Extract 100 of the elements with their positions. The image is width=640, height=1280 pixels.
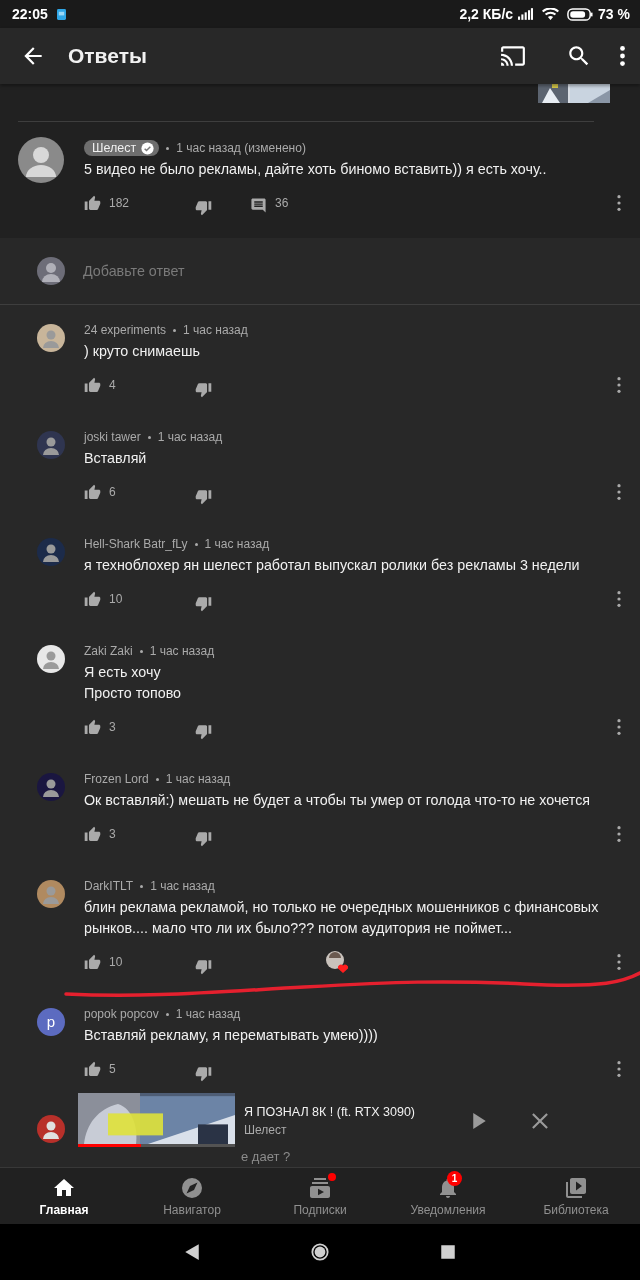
comment-text: Я есть хочу Просто топово	[84, 663, 183, 703]
avatar[interactable]	[37, 324, 65, 352]
comment-text: Вставляй	[84, 449, 148, 468]
like-icon[interactable]	[84, 825, 101, 843]
wifi-icon	[542, 7, 560, 21]
comment-time: 1 час назад	[150, 879, 215, 893]
nav-tab[interactable]: Навигатор	[128, 1168, 256, 1224]
like-icon[interactable]	[84, 718, 101, 736]
more-icon[interactable]	[616, 194, 622, 212]
like-count: 182	[109, 196, 131, 210]
cast-icon	[500, 43, 526, 69]
author-badge[interactable]: Шелест	[84, 140, 160, 156]
dislike-icon[interactable]	[195, 198, 212, 216]
dislike-icon[interactable]	[195, 487, 212, 505]
separator-dot	[165, 1012, 169, 1016]
dislike-icon[interactable]	[195, 957, 212, 975]
dislike-icon[interactable]	[195, 829, 212, 847]
dislike-icon[interactable]	[195, 380, 212, 398]
like-count: 10	[109, 592, 124, 606]
page-title: Ответы	[68, 44, 147, 68]
clock: 22:05	[12, 6, 48, 22]
like-count: 4	[109, 378, 117, 392]
close-icon[interactable]	[532, 1113, 548, 1129]
nav-tab[interactable]: 1 Уведомления	[384, 1168, 512, 1224]
more-icon[interactable]	[616, 1060, 622, 1078]
comment-icon[interactable]	[250, 196, 267, 214]
comment-time: 1 час назад	[175, 1007, 241, 1021]
home-icon[interactable]	[311, 1243, 329, 1261]
separator-dot	[155, 777, 159, 781]
avatar	[37, 257, 65, 285]
author-name[interactable]: popok popcov	[84, 1007, 159, 1021]
reply-input[interactable]: Добавьте ответ	[83, 263, 383, 279]
like-count: 6	[109, 485, 117, 499]
more-icon	[618, 43, 626, 69]
separator-dot	[166, 146, 170, 150]
signal-icon	[518, 8, 534, 20]
battery-percent: 73 %	[598, 6, 630, 22]
comment-time: 1 час назад	[165, 772, 231, 786]
author-name[interactable]: Hell-Shark Batr_fLy	[84, 537, 188, 551]
comment-text: Вставляй рекламу, я перематывать умею))))	[84, 1026, 379, 1045]
separator-dot	[140, 884, 144, 888]
like-icon[interactable]	[84, 483, 101, 501]
separator-dot	[147, 435, 151, 439]
more-icon[interactable]	[616, 825, 622, 843]
comment-time: 1 час назад	[183, 323, 248, 337]
avatar[interactable]	[18, 137, 64, 183]
avatar[interactable]	[37, 645, 65, 673]
comment-time: 1 час назад	[204, 537, 270, 551]
network-speed: 2,2 КБ/с	[459, 6, 514, 22]
battery-icon	[567, 7, 594, 21]
like-icon[interactable]	[84, 953, 101, 971]
separator-dot	[173, 328, 177, 332]
notification-badge: 1	[447, 1170, 462, 1186]
recents-icon[interactable]	[439, 1243, 457, 1261]
sd-card-icon	[56, 8, 66, 20]
like-count: 3	[109, 720, 117, 734]
comment-time: 1 час назад	[149, 644, 215, 658]
avatar[interactable]	[37, 431, 65, 459]
like-count: 10	[109, 955, 124, 969]
dislike-icon[interactable]	[195, 722, 212, 740]
nav-tab[interactable]: Подписки	[256, 1168, 384, 1224]
avatar[interactable]	[37, 880, 65, 908]
author-name[interactable]: 24 experiments	[84, 323, 167, 337]
library-icon	[564, 1175, 588, 1200]
reply-count: 36	[275, 196, 290, 210]
avatar[interactable]: p	[37, 1008, 65, 1036]
like-count: 3	[109, 827, 117, 841]
more-icon[interactable]	[616, 590, 622, 608]
comment-text: ) круто снимаешь	[84, 342, 201, 361]
more-icon[interactable]	[616, 953, 622, 971]
compass-icon	[180, 1175, 204, 1200]
like-icon[interactable]	[84, 376, 101, 394]
author-name[interactable]: joski tawer	[84, 430, 141, 444]
author-name[interactable]: DarkITLT	[84, 879, 134, 893]
play-icon[interactable]	[473, 1113, 486, 1129]
more-icon[interactable]	[616, 718, 622, 736]
nav-tab[interactable]: Библиотека	[512, 1168, 640, 1224]
comment-text: е дает ?	[241, 1150, 291, 1164]
like-icon[interactable]	[84, 194, 101, 212]
channel-name: Шелест	[244, 1123, 288, 1137]
separator-dot	[139, 649, 143, 653]
comment-time: 1 час назад	[157, 430, 223, 444]
avatar[interactable]	[37, 773, 65, 801]
like-count: 5	[109, 1062, 117, 1076]
comment-text: Ок вставляй:) мешать не будет а чтобы ты умер от голода что-то не хочется	[84, 791, 592, 810]
like-icon[interactable]	[84, 590, 101, 608]
back-icon[interactable]	[183, 1243, 201, 1261]
more-icon[interactable]	[616, 483, 622, 501]
comment-text: 5 видео не было рекламы, дайте хоть биномо вставить)) я есть хочу..	[84, 160, 548, 179]
avatar[interactable]	[37, 538, 65, 566]
nav-tab[interactable]: Главная	[0, 1168, 128, 1224]
dislike-icon[interactable]	[195, 1064, 212, 1082]
dislike-icon[interactable]	[195, 594, 212, 612]
author-name[interactable]: Frozen Lord	[84, 772, 149, 786]
author-name[interactable]: Zaki Zaki	[84, 644, 133, 658]
like-icon[interactable]	[84, 1060, 101, 1078]
more-icon[interactable]	[616, 376, 622, 394]
comment-text: я техноблохер ян шелест работал выпускал ролики без рекламы 3 недели	[84, 556, 581, 575]
subscriptions-icon	[308, 1175, 332, 1200]
comment-time: 1 час назад (изменено)	[176, 141, 306, 155]
